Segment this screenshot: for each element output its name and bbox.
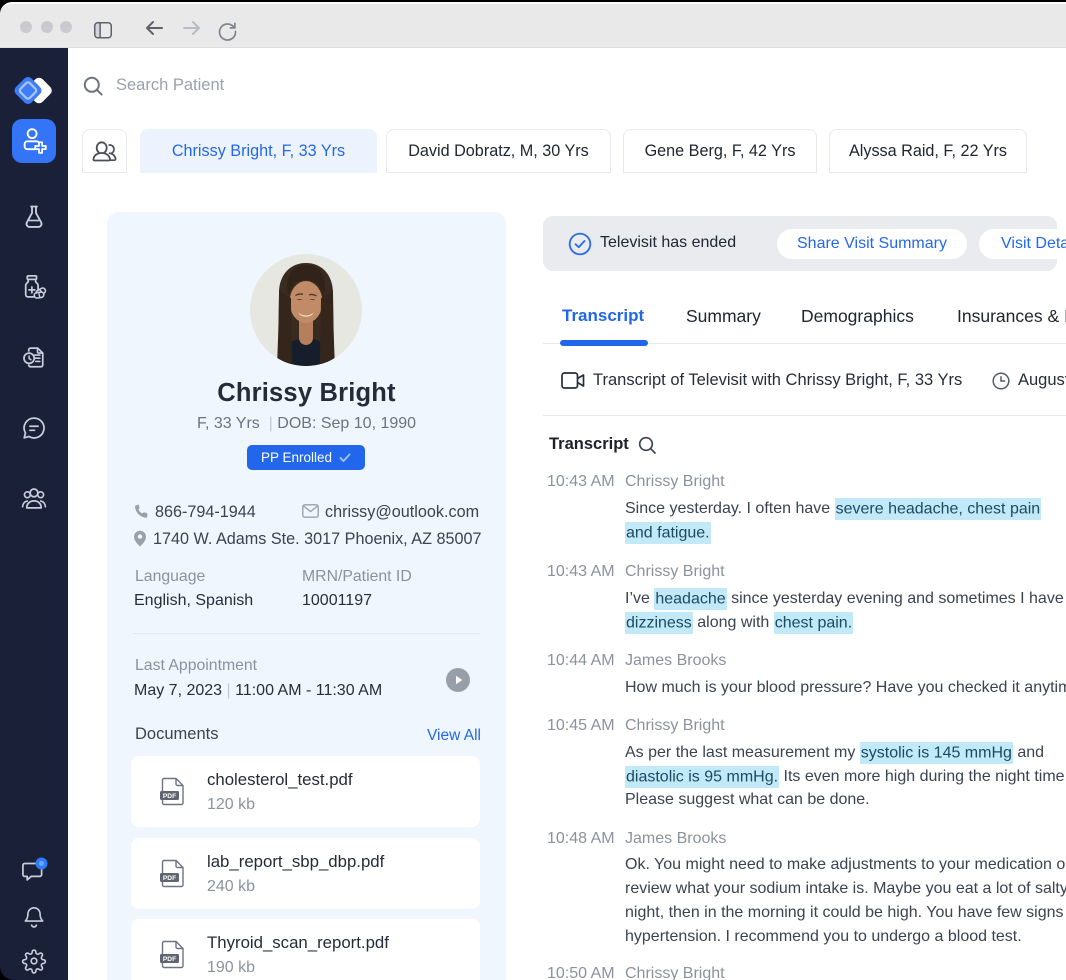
svg-text:PDF: PDF [163,875,176,882]
svg-text:PDF: PDF [163,956,176,963]
svg-text:PDF: PDF [163,793,176,800]
